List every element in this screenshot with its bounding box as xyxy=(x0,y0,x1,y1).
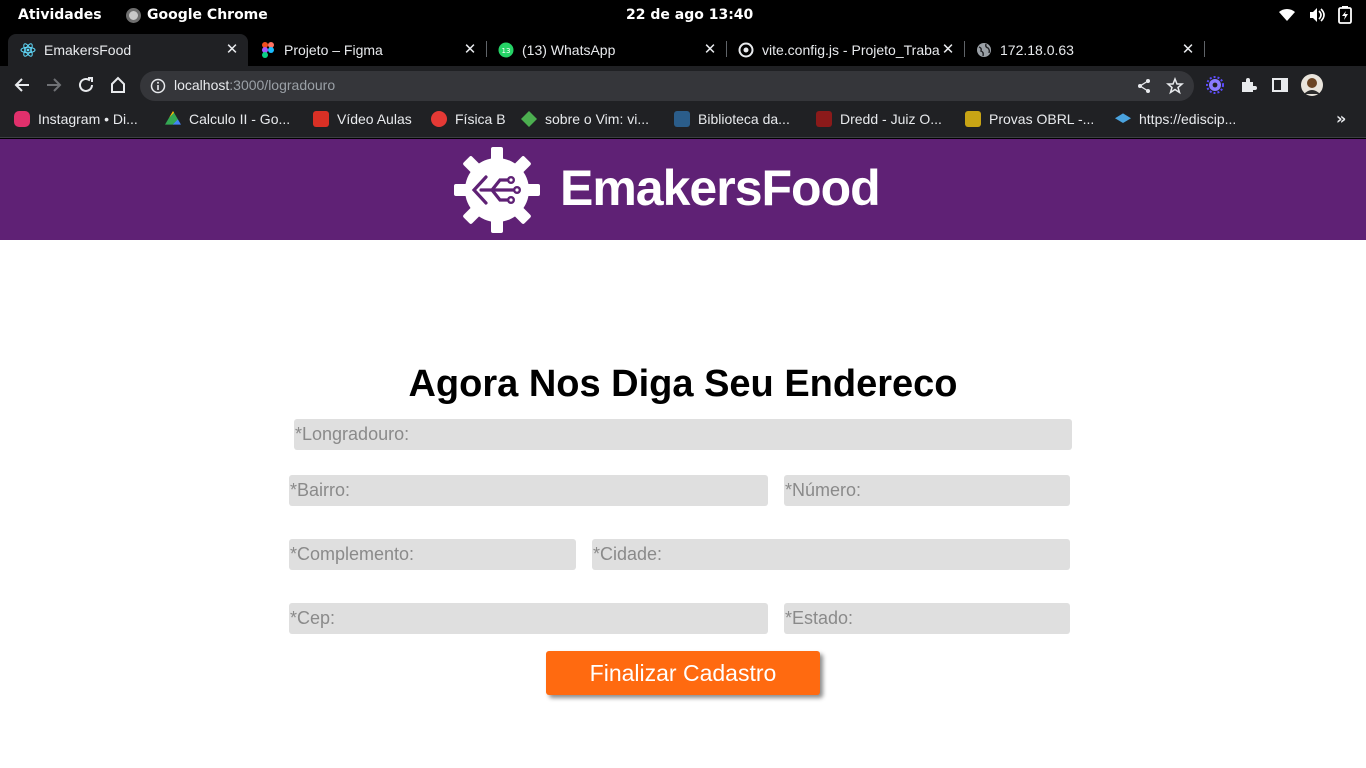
activities-button[interactable]: Atividades xyxy=(18,7,102,23)
tab-divider xyxy=(726,41,727,57)
whatsapp-icon: 13 xyxy=(498,42,514,58)
github-icon xyxy=(738,42,754,58)
bookmark-label: Biblioteca da... xyxy=(698,111,790,127)
bookmark-provas-obrl[interactable]: Provas OBRL -... xyxy=(965,111,1094,127)
cidade-input[interactable] xyxy=(592,539,1070,570)
browser-toolbar: localhost:3000/logradouro xyxy=(0,66,1366,104)
site-info-icon[interactable] xyxy=(150,78,166,98)
brand-name: EmakersFood xyxy=(560,160,881,216)
bookmark-label: https://ediscip... xyxy=(1139,111,1237,127)
globe-icon xyxy=(976,42,992,58)
tab-divider xyxy=(486,41,487,57)
bookmark-biblioteca[interactable]: Biblioteca da... xyxy=(674,111,790,127)
close-tab-icon[interactable]: ✕ xyxy=(1180,42,1196,58)
brand-header: EmakersFood xyxy=(0,139,1366,240)
tab-emakersfood[interactable]: EmakersFood ✕ xyxy=(8,34,248,66)
figma-icon xyxy=(260,42,276,58)
dredd-icon xyxy=(816,111,832,127)
bookmark-vim[interactable]: sobre o Vim: vi... xyxy=(521,111,649,127)
forward-button[interactable] xyxy=(44,75,64,95)
library-icon xyxy=(674,111,690,127)
finalizar-cadastro-button[interactable]: Finalizar Cadastro xyxy=(546,651,820,695)
clock[interactable]: 22 de ago 13:40 xyxy=(626,7,753,23)
system-top-bar: Atividades Google Chrome 22 de ago 13:40 xyxy=(0,0,1366,32)
numero-input[interactable] xyxy=(784,475,1070,506)
more-bookmarks-chevron-icon[interactable]: » xyxy=(1336,109,1346,128)
complemento-input[interactable] xyxy=(289,539,576,570)
react-icon xyxy=(20,42,36,58)
extensions-puzzle-icon[interactable] xyxy=(1239,76,1257,98)
share-icon[interactable] xyxy=(1136,78,1152,98)
close-tab-icon[interactable]: ✕ xyxy=(702,42,718,58)
bookmark-label: Provas OBRL -... xyxy=(989,111,1095,127)
back-arrow-icon xyxy=(14,78,29,92)
bookmark-label: sobre o Vim: vi... xyxy=(545,111,650,127)
estado-input[interactable] xyxy=(784,603,1070,634)
chrome-icon xyxy=(126,7,141,23)
instagram-icon xyxy=(14,111,30,127)
page-viewport: EmakersFood Agora Nos Diga Seu Endereco … xyxy=(0,139,1366,768)
bookmark-star-icon[interactable] xyxy=(1166,76,1184,99)
bookmark-instagram[interactable]: Instagram • Di... xyxy=(14,111,138,127)
tab-divider xyxy=(1204,41,1205,57)
reload-icon xyxy=(79,77,93,92)
wifi-icon xyxy=(1279,8,1295,21)
bookmark-edisciplinas[interactable]: https://ediscip... xyxy=(1115,111,1236,127)
tab-divider xyxy=(964,41,965,57)
logradouro-input[interactable] xyxy=(294,419,1072,450)
obrl-icon xyxy=(965,111,981,127)
tab-whatsapp[interactable]: 13 (13) WhatsApp ✕ xyxy=(486,34,726,66)
bairro-input[interactable] xyxy=(289,475,768,506)
tab-figma[interactable]: Projeto – Figma ✕ xyxy=(248,34,486,66)
bookmark-label: Instagram • Di... xyxy=(38,111,138,127)
vim-icon xyxy=(521,111,537,127)
tab-title: 172.18.0.63 xyxy=(1000,42,1074,58)
close-tab-icon[interactable]: ✕ xyxy=(940,42,956,58)
bookmark-video-aulas[interactable]: Vídeo Aulas xyxy=(313,111,412,127)
tab-vite-config[interactable]: vite.config.js - Projeto_Trabalho ✕ xyxy=(726,34,964,66)
bookmark-fisica[interactable]: Física B xyxy=(431,111,506,127)
app-name: Google Chrome xyxy=(147,7,268,23)
close-tab-icon[interactable]: ✕ xyxy=(462,42,478,58)
side-panel-icon[interactable] xyxy=(1271,76,1289,98)
app-menu[interactable]: Google Chrome xyxy=(126,7,268,23)
form-title: Agora Nos Diga Seu Endereco xyxy=(408,363,958,405)
bookmark-calculo[interactable]: Calculo II - Go... xyxy=(165,111,290,127)
close-tab-icon[interactable]: ✕ xyxy=(224,42,240,58)
bookmark-label: Calculo II - Go... xyxy=(189,111,291,127)
battery-icon xyxy=(1338,6,1352,24)
tab-title: (13) WhatsApp xyxy=(522,42,616,58)
cep-input[interactable] xyxy=(289,603,768,634)
google-drive-icon xyxy=(165,111,181,125)
edisciplinas-icon xyxy=(1115,113,1131,123)
tab-title: Projeto – Figma xyxy=(284,42,383,58)
tab-strip: EmakersFood ✕ Projeto – Figma ✕ 13 (13) … xyxy=(0,32,1366,92)
tab-title: vite.config.js - Projeto_Trabalho xyxy=(762,42,940,58)
extension-gear-icon[interactable] xyxy=(1206,76,1224,98)
youtube-icon xyxy=(313,111,329,127)
url-host: localhost xyxy=(174,77,230,93)
svg-text:13: 13 xyxy=(502,47,511,55)
bookmark-dredd[interactable]: Dredd - Juiz O... xyxy=(816,111,942,127)
url-text[interactable]: localhost:3000/logradouro xyxy=(174,77,335,93)
bookmarks-bar: Instagram • Di... Calculo II - Go... Víd… xyxy=(0,104,1366,138)
system-tray[interactable] xyxy=(1278,6,1352,24)
bookmark-label: Dredd - Juiz O... xyxy=(840,111,942,127)
reload-button[interactable] xyxy=(76,75,96,95)
volume-icon xyxy=(1310,8,1325,22)
home-button[interactable] xyxy=(108,75,128,95)
profile-avatar[interactable] xyxy=(1301,74,1323,100)
tab-title: EmakersFood xyxy=(44,42,132,58)
forward-arrow-icon xyxy=(47,78,62,92)
url-path: :3000/logradouro xyxy=(229,77,336,93)
tab-ip-address[interactable]: 172.18.0.63 ✕ xyxy=(964,34,1204,66)
home-icon xyxy=(111,76,125,93)
bookmark-label: Física B xyxy=(455,111,506,127)
back-button[interactable] xyxy=(12,75,32,95)
gear-circuit-logo-icon xyxy=(454,147,540,233)
address-bar[interactable]: localhost:3000/logradouro xyxy=(140,71,1194,101)
bookmark-label: Vídeo Aulas xyxy=(337,111,412,127)
apple-icon xyxy=(431,111,447,127)
